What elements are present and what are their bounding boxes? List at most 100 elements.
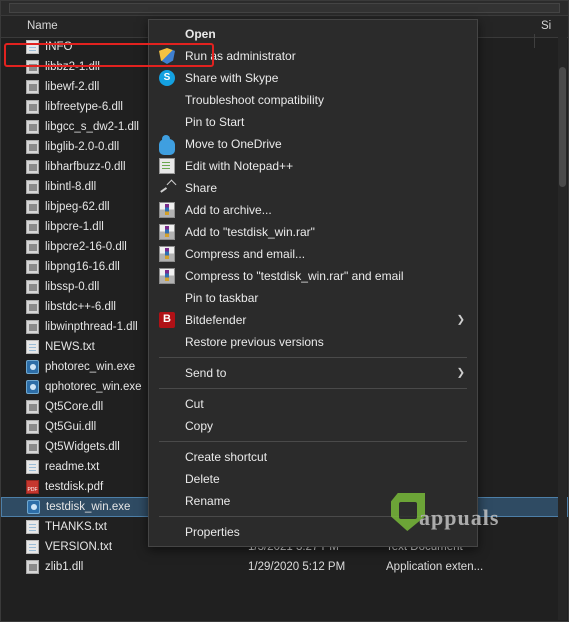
- exe-file-icon: [26, 380, 39, 394]
- menu-item-label: Share with Skype: [185, 71, 279, 85]
- onedrive-icon: [159, 135, 175, 155]
- file-name-text: libgcc_s_dw2-1.dll: [45, 121, 139, 133]
- menu-item-rename[interactable]: Rename: [149, 490, 477, 512]
- file-name-cell[interactable]: libpcre-1.dll: [26, 220, 104, 234]
- winrar-icon: [159, 224, 175, 240]
- menu-item-label: Rename: [185, 494, 231, 508]
- file-name-cell[interactable]: libgcc_s_dw2-1.dll: [26, 120, 139, 134]
- menu-item-cut[interactable]: Cut: [149, 393, 477, 415]
- menu-item-delete[interactable]: Delete: [149, 468, 477, 490]
- skype-icon: [159, 70, 175, 86]
- menu-item-compress-and-email[interactable]: Compress and email...: [149, 243, 477, 265]
- menu-item-add-to-testdisk-win-rar[interactable]: Add to "testdisk_win.rar": [149, 221, 477, 243]
- menu-item-pin-to-taskbar[interactable]: Pin to taskbar: [149, 287, 477, 309]
- menu-item-label: Send to: [185, 366, 227, 380]
- file-name-cell[interactable]: libharfbuzz-0.dll: [26, 160, 126, 174]
- file-name-text: libjpeg-62.dll: [45, 201, 110, 213]
- file-name-cell[interactable]: libbz2-1.dll: [26, 60, 100, 74]
- address-bar[interactable]: [9, 3, 560, 13]
- file-name-cell[interactable]: THANKS.txt: [26, 520, 107, 534]
- file-name-cell[interactable]: Qt5Widgets.dll: [26, 440, 120, 454]
- file-name-cell[interactable]: VERSION.txt: [26, 540, 112, 554]
- menu-item-label: Cut: [185, 397, 204, 411]
- doc-file-icon: [26, 520, 39, 534]
- menu-item-label: Pin to Start: [185, 115, 245, 129]
- menu-item-run-as-administrator[interactable]: Run as administrator: [149, 45, 477, 67]
- dll-file-icon: [26, 300, 39, 314]
- menu-separator: [159, 441, 467, 442]
- bitdefender-icon: [159, 312, 175, 328]
- menu-item-open[interactable]: Open: [149, 23, 477, 45]
- dll-file-icon: [26, 60, 39, 74]
- menu-item-label: Create shortcut: [185, 450, 268, 464]
- file-name-cell[interactable]: Qt5Gui.dll: [26, 420, 96, 434]
- file-name-text: libstdc++-6.dll: [45, 301, 116, 313]
- scrollbar-thumb[interactable]: [559, 67, 566, 187]
- file-name-text: libintl-8.dll: [45, 181, 97, 193]
- menu-item-copy[interactable]: Copy: [149, 415, 477, 437]
- file-name-cell[interactable]: libintl-8.dll: [26, 180, 96, 194]
- file-name-cell[interactable]: qphotorec_win.exe: [26, 380, 142, 394]
- file-name-cell[interactable]: NEWS.txt: [26, 340, 95, 354]
- file-name-cell[interactable]: INFO: [26, 40, 72, 54]
- file-name-cell[interactable]: photorec_win.exe: [26, 360, 135, 374]
- menu-item-bitdefender[interactable]: Bitdefender ❯: [149, 309, 477, 331]
- file-name-cell[interactable]: libstdc++-6.dll: [26, 300, 116, 314]
- dll-file-icon: [26, 220, 39, 234]
- file-name-cell[interactable]: zlib1.dll: [26, 560, 83, 574]
- menu-item-label: Add to archive...: [185, 203, 272, 217]
- menu-item-properties[interactable]: Properties: [149, 521, 477, 543]
- file-name-cell[interactable]: readme.txt: [26, 460, 99, 474]
- menu-item-label: Copy: [185, 419, 214, 433]
- notepadpp-icon: [159, 158, 175, 174]
- file-name-cell[interactable]: Qt5Core.dll: [26, 400, 103, 414]
- file-name-cell[interactable]: libfreetype-6.dll: [26, 100, 123, 114]
- menu-item-send-to[interactable]: Send to ❯: [149, 362, 477, 384]
- dll-file-icon: [26, 120, 39, 134]
- vertical-scrollbar[interactable]: [558, 37, 567, 620]
- file-name-cell[interactable]: libjpeg-62.dll: [26, 200, 110, 214]
- address-bar-strip: [1, 1, 568, 16]
- dll-file-icon: [26, 260, 39, 274]
- context-menu[interactable]: Open Run as administrator Share with Skype…: [148, 19, 478, 547]
- file-name-cell[interactable]: libewf-2.dll: [26, 80, 99, 94]
- file-name-cell[interactable]: libglib-2.0-0.dll: [26, 140, 119, 154]
- file-name-cell[interactable]: libwinpthread-1.dll: [26, 320, 138, 334]
- file-name-text: libpcre2-16-0.dll: [45, 241, 127, 253]
- menu-item-label: Pin to taskbar: [185, 291, 259, 305]
- file-row[interactable]: zlib1.dll 1/29/2020 5:12 PM Application ex…: [1, 557, 568, 577]
- menu-item-compress-to-testdisk-win-rar-and-email[interactable]: Compress to "testdisk_win.rar" and email: [149, 265, 477, 287]
- menu-item-label: Edit with Notepad++: [185, 159, 294, 173]
- file-name-text: readme.txt: [45, 461, 100, 473]
- file-name-text: libfreetype-6.dll: [45, 101, 123, 113]
- file-name-text: NEWS.txt: [45, 341, 95, 353]
- shield-icon: [159, 48, 175, 64]
- menu-item-move-to-onedrive[interactable]: Move to OneDrive: [149, 133, 477, 155]
- menu-item-label: Move to OneDrive: [185, 137, 282, 151]
- menu-item-edit-with-notepad[interactable]: Edit with Notepad++: [149, 155, 477, 177]
- winrar-icon: [159, 268, 175, 284]
- column-header-size[interactable]: Si: [541, 20, 551, 32]
- file-name-cell[interactable]: libssp-0.dll: [26, 280, 99, 294]
- file-name-cell[interactable]: testdisk_win.exe: [27, 500, 130, 514]
- file-name-text: libpng16-16.dll: [45, 261, 120, 273]
- file-name-text: libewf-2.dll: [45, 81, 100, 93]
- file-name-cell[interactable]: PDF testdisk.pdf: [26, 480, 103, 494]
- menu-item-label: Run as administrator: [185, 49, 296, 63]
- file-name-text: libssp-0.dll: [45, 281, 100, 293]
- menu-item-share-with-skype[interactable]: Share with Skype: [149, 67, 477, 89]
- menu-item-pin-to-start[interactable]: Pin to Start: [149, 111, 477, 133]
- menu-item-add-to-archive[interactable]: Add to archive...: [149, 199, 477, 221]
- dll-file-icon: [26, 440, 39, 454]
- file-name-cell[interactable]: libpcre2-16-0.dll: [26, 240, 127, 254]
- menu-item-restore-previous-versions[interactable]: Restore previous versions: [149, 331, 477, 353]
- menu-item-share[interactable]: Share: [149, 177, 477, 199]
- doc-file-icon: [26, 460, 39, 474]
- file-name-text: Qt5Gui.dll: [45, 421, 97, 433]
- menu-item-create-shortcut[interactable]: Create shortcut: [149, 446, 477, 468]
- file-name-cell[interactable]: libpng16-16.dll: [26, 260, 120, 274]
- file-name-text: INFO: [45, 41, 73, 53]
- column-header-name[interactable]: Name: [27, 20, 58, 32]
- menu-item-troubleshoot-compatibility[interactable]: Troubleshoot compatibility: [149, 89, 477, 111]
- file-name-text: THANKS.txt: [45, 521, 107, 533]
